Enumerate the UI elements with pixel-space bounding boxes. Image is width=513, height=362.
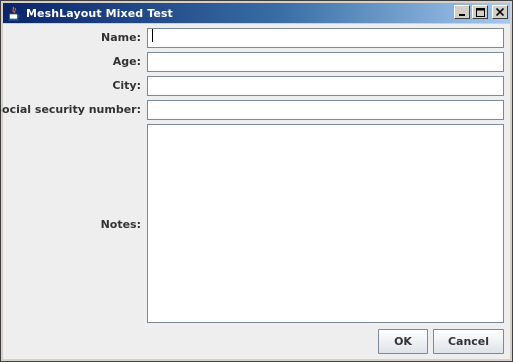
notes-textarea[interactable] bbox=[147, 124, 504, 323]
minimize-icon bbox=[459, 14, 465, 16]
ssn-field[interactable] bbox=[147, 100, 504, 120]
age-field[interactable] bbox=[147, 52, 504, 72]
close-button[interactable] bbox=[492, 5, 508, 19]
dialog-window: MeshLayout Mixed Test Name: Age: City: S… bbox=[0, 0, 513, 362]
city-label: City: bbox=[112, 79, 141, 92]
form-panel: Name: Age: City: Social security number:… bbox=[0, 24, 510, 359]
notes-label: Notes: bbox=[100, 218, 141, 231]
name-field[interactable] bbox=[147, 28, 504, 48]
text-caret bbox=[152, 29, 153, 42]
java-cup-icon[interactable] bbox=[7, 5, 21, 21]
maximize-button[interactable] bbox=[472, 5, 488, 19]
city-field[interactable] bbox=[147, 76, 504, 96]
close-icon bbox=[496, 8, 504, 16]
ssn-label: Social security number: bbox=[0, 103, 141, 116]
window-title: MeshLayout Mixed Test bbox=[26, 6, 173, 20]
title-bar[interactable]: MeshLayout Mixed Test bbox=[3, 3, 510, 23]
maximize-icon bbox=[475, 7, 485, 17]
title-bar-controls bbox=[454, 5, 508, 19]
name-label: Name: bbox=[101, 31, 141, 44]
age-label: Age: bbox=[112, 55, 141, 68]
minimize-button[interactable] bbox=[454, 5, 470, 19]
cancel-button[interactable]: Cancel bbox=[433, 329, 504, 354]
ok-button[interactable]: OK bbox=[378, 329, 428, 354]
